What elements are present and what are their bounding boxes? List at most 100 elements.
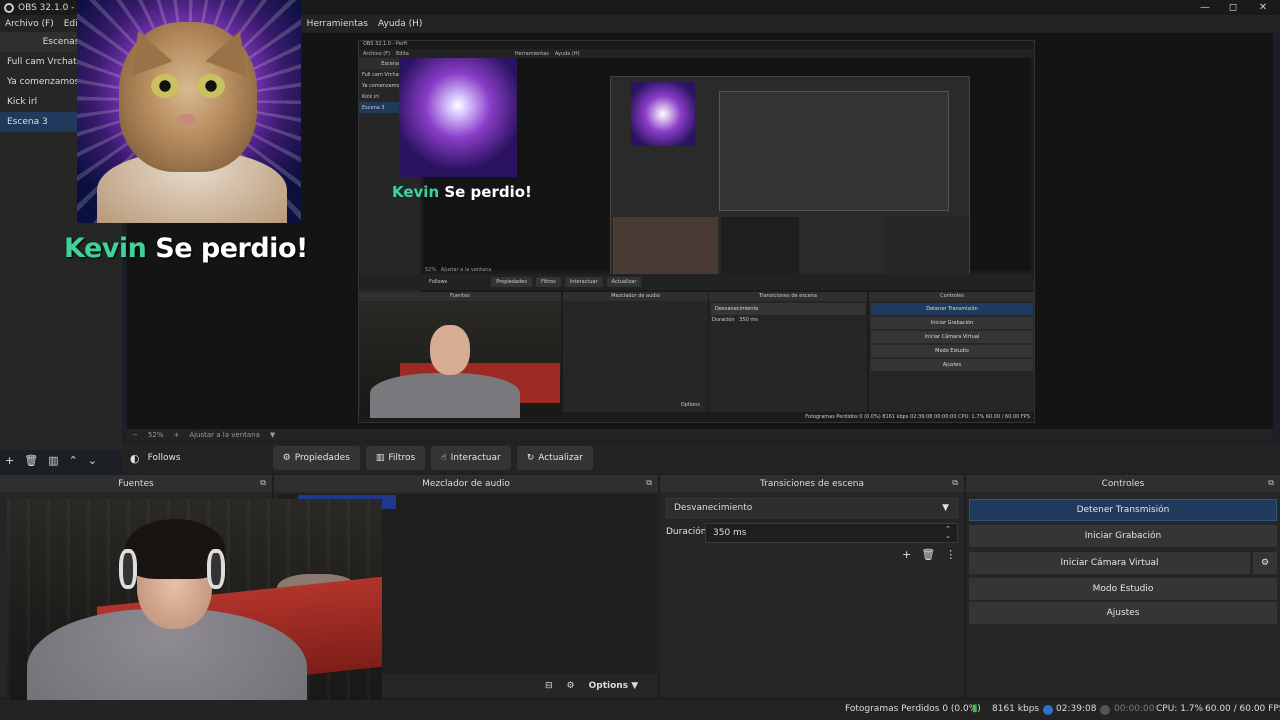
nested-control: Detener Transmisión: [871, 303, 1033, 315]
add-scene-icon[interactable]: +: [5, 454, 14, 467]
nested-overlay-text: Kevin Se perdio!: [392, 183, 532, 201]
refresh-icon: ↻: [526, 453, 535, 463]
signal-icon: ▮: [972, 703, 978, 714]
add-transition-icon[interactable]: +: [902, 548, 911, 561]
popout-icon[interactable]: ⧉: [646, 478, 652, 488]
filters-button[interactable]: ▥ Filtros: [365, 446, 426, 470]
remove-transition-icon[interactable]: 🗑: [921, 548, 935, 561]
stepper-icon[interactable]: ⌃ ⌄: [945, 526, 951, 540]
transition-value: Desvanecimiento: [674, 503, 753, 513]
options-button[interactable]: Options ▼: [589, 681, 639, 691]
fps: 60.00 / 60.00 FPS: [1205, 704, 1280, 714]
start-virtual-camera-button[interactable]: Iniciar Cámara Virtual: [969, 552, 1250, 574]
nested-btn: Filtros: [535, 277, 561, 287]
hand-icon: ☝: [441, 453, 447, 463]
source-type-icon: ◐: [130, 451, 140, 465]
transitions-title: Transiciones de escena: [759, 478, 865, 489]
popout-icon[interactable]: ⧉: [952, 478, 958, 488]
remove-scene-icon[interactable]: 🗑: [24, 454, 38, 467]
menu-tools[interactable]: Herramientas: [302, 19, 373, 29]
gear-icon: ⚙: [282, 453, 291, 463]
nested-dock-header: Controles: [869, 292, 1034, 301]
cat-overlay-image: [77, 0, 301, 223]
headphone-left: [119, 549, 137, 589]
overlay-text: Kevin Se perdio!: [64, 233, 308, 264]
cat-eye: [197, 74, 225, 98]
interact-button[interactable]: ☝ Interactuar: [431, 446, 511, 470]
nested-sources-dock: Fuentes: [359, 292, 561, 418]
menu-file[interactable]: Archivo (F): [0, 19, 59, 29]
zoom-fit[interactable]: Ajustar a la ventana: [189, 431, 260, 439]
nested-mixer-dock: Mezclador de audio Options: [563, 292, 708, 412]
obs-logo-icon: [4, 2, 14, 13]
nested-menu: Archivo (F) Edita Herramientas Ayuda (H): [359, 49, 1034, 58]
stop-stream-button[interactable]: Detener Transmisión: [969, 499, 1277, 521]
deep-controls: [883, 217, 969, 279]
nested-menu-help: Ayuda (H): [554, 50, 580, 57]
dropped-frames: Fotogramas Perdidos 0 (0.0%): [845, 704, 981, 714]
advanced-audio-icon[interactable]: ⚙: [567, 681, 575, 691]
bitrate: 8161 kbps: [992, 704, 1040, 714]
nested-controls-dock: Controles Detener Transmisión Iniciar Gr…: [869, 292, 1034, 412]
duration-label: Duración: [666, 527, 707, 537]
nested-person: [370, 373, 520, 418]
deep-cat-image: [631, 82, 695, 146]
zoom-out-icon[interactable]: −: [132, 431, 138, 439]
deep-mixer: [721, 217, 799, 279]
settings-button[interactable]: Ajustes: [969, 602, 1277, 624]
captured-screen-preview: OBS 32.1.0 - Perfi Archivo (F) Edita Her…: [358, 40, 1035, 423]
nested-transition: Desvanecimiento: [711, 303, 865, 315]
virtual-camera-settings-icon[interactable]: ⚙: [1253, 552, 1277, 574]
nested-preview: Kevin Se perdio!: [392, 58, 1031, 282]
nested-source: Follows: [429, 279, 448, 285]
nested-deep-preview: [610, 76, 970, 282]
studio-mode-button[interactable]: Modo Estudio: [969, 578, 1277, 600]
deep-window: [719, 91, 949, 211]
filter-icon: ▥: [375, 453, 385, 463]
scene-filters-icon[interactable]: ▥: [48, 454, 58, 467]
mixer-title: Mezclador de audio: [422, 478, 510, 489]
nested-title: OBS 32.1.0 - Perfi: [359, 41, 1034, 49]
zoom-value: 52%: [147, 431, 164, 439]
refresh-button[interactable]: ↻ Actualizar: [516, 446, 593, 470]
nested-transitions-dock: Transiciones de escena Desvanecimiento D…: [709, 292, 867, 412]
nested-control: Modo Estudio: [871, 345, 1033, 357]
nested-face: [430, 325, 470, 375]
nested-source-bar: Follows Propiedades Filtros Interactuar …: [359, 274, 1034, 290]
menu-help[interactable]: Ayuda (H): [373, 19, 427, 29]
cat-eye: [151, 74, 179, 98]
cpu-usage: CPU: 1.7%: [1156, 704, 1204, 714]
nested-menu-file: Archivo (F): [363, 50, 391, 57]
refresh-label: Actualizar: [538, 453, 583, 463]
interact-label: Interactuar: [450, 453, 501, 463]
nested-menu-tools: Herramientas: [514, 50, 549, 57]
mixer-header: Mezclador de audio ⧉: [274, 475, 658, 492]
minimize-button[interactable]: —: [1190, 0, 1220, 15]
nested-cat-image: [399, 58, 517, 177]
popout-icon[interactable]: ⧉: [1268, 478, 1274, 488]
maximize-button[interactable]: ◻: [1218, 0, 1248, 15]
nested-webcam: [360, 303, 561, 418]
scenes-toolbar: + 🗑 ▥ ⌃ ⌄: [5, 454, 97, 467]
cat-nose: [177, 114, 195, 124]
more-icon[interactable]: ⋮: [945, 548, 956, 561]
close-button[interactable]: ✕: [1248, 0, 1278, 15]
nested-btn: Propiedades: [491, 277, 532, 287]
chevron-down-icon[interactable]: ▼: [270, 431, 275, 439]
mixer-options-row: ⊟ ⚙ Options ▼: [545, 676, 638, 696]
duration-input[interactable]: 350 ms ⌃ ⌄: [705, 523, 958, 543]
properties-button[interactable]: ⚙ Propiedades: [272, 446, 360, 470]
move-up-icon[interactable]: ⌃: [69, 454, 78, 467]
sources-title: Fuentes: [118, 478, 154, 489]
start-recording-button[interactable]: Iniciar Grabación: [969, 525, 1277, 547]
mixer-layout-icon[interactable]: ⊟: [545, 681, 553, 691]
overlay-rest: Se perdio!: [146, 233, 308, 264]
popout-icon[interactable]: ⧉: [260, 478, 266, 488]
move-down-icon[interactable]: ⌄: [88, 454, 97, 467]
zoom-in-icon[interactable]: +: [173, 431, 179, 439]
nested-dock-header: Mezclador de audio: [563, 292, 708, 301]
status-bar: Fotogramas Perdidos 0 (0.0%) ▮ 8161 kbps…: [0, 700, 1280, 720]
properties-label: Propiedades: [294, 453, 350, 463]
transition-select[interactable]: Desvanecimiento ▼: [666, 498, 958, 518]
record-icon: [1100, 705, 1110, 715]
